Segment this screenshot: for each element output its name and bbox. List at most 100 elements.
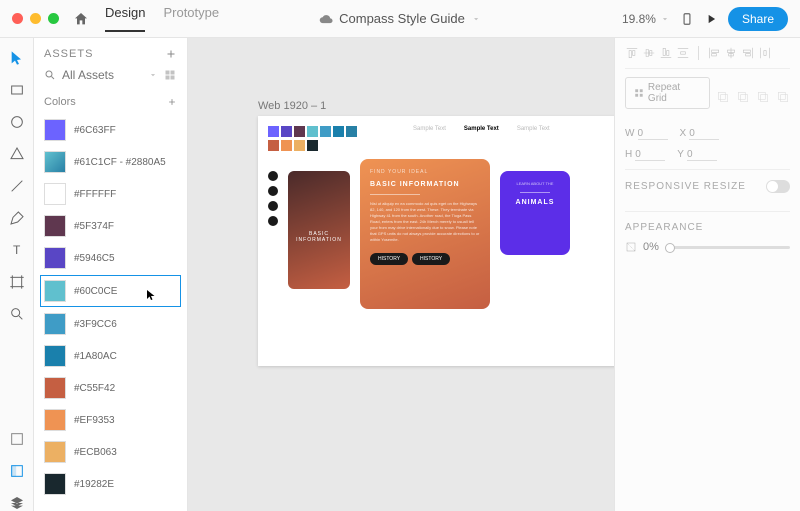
color-item[interactable]: #FFFFFF (34, 178, 187, 210)
color-item[interactable]: #5F374F (34, 210, 187, 242)
x-input[interactable] (689, 128, 719, 140)
document-name: Compass Style Guide (339, 11, 465, 26)
responsive-label: RESPONSIVE RESIZE (625, 181, 746, 192)
responsive-toggle[interactable] (766, 180, 790, 193)
color-item[interactable]: #ECB063 (34, 436, 187, 468)
titlebar: Design Prototype Compass Style Guide 19.… (0, 0, 800, 38)
align-left-icon[interactable] (707, 46, 721, 60)
assets-search[interactable] (34, 66, 187, 90)
document-title[interactable]: Compass Style Guide (319, 11, 481, 26)
text-tool[interactable]: T (9, 242, 25, 258)
rectangle-tool[interactable] (9, 82, 25, 98)
assets-header: ASSETS (44, 48, 93, 60)
palette-row-2 (268, 140, 608, 151)
tool-column: T (0, 38, 34, 511)
color-item[interactable]: #6C63FF (34, 114, 187, 146)
opacity-icon (625, 241, 637, 253)
align-controls (625, 46, 790, 69)
color-swatch (44, 473, 66, 495)
opacity-value: 0% (643, 241, 659, 253)
artboard-label[interactable]: Web 1920 – 1 (258, 100, 326, 112)
canvas[interactable]: Web 1920 – 1 Sample Text Sample Text Sam… (188, 38, 614, 511)
search-input[interactable] (62, 68, 142, 82)
layers-panel-toggle[interactable] (9, 495, 25, 511)
ellipse-tool[interactable] (9, 114, 25, 130)
align-vcenter-icon[interactable] (642, 46, 656, 60)
color-label: #5946C5 (74, 253, 115, 264)
pen-tool[interactable] (9, 210, 25, 226)
color-label: #61C1CF - #2880A5 (74, 157, 166, 168)
color-swatch (44, 345, 66, 367)
assets-panel-toggle[interactable] (9, 431, 25, 447)
cloud-icon (319, 12, 333, 26)
boolean-intersect-icon[interactable] (756, 90, 770, 104)
tab-design[interactable]: Design (105, 5, 145, 32)
color-label: #3F9CC6 (74, 319, 117, 330)
color-label: #FFFFFF (74, 189, 116, 200)
color-list: #6C63FF #61C1CF - #2880A5 #FFFFFF #5F374F #5… (34, 114, 187, 511)
align-right-icon[interactable] (741, 46, 755, 60)
height-input[interactable] (635, 149, 665, 161)
align-top-icon[interactable] (625, 46, 639, 60)
home-icon[interactable] (73, 11, 89, 27)
close-window[interactable] (12, 13, 23, 24)
tab-prototype[interactable]: Prototype (163, 5, 219, 32)
repeat-grid-button[interactable]: Repeat Grid (625, 77, 710, 109)
boolean-exclude-icon[interactable] (776, 90, 790, 104)
color-item[interactable]: #EF9353 (34, 404, 187, 436)
line-tool[interactable] (9, 178, 25, 194)
polygon-tool[interactable] (9, 146, 25, 162)
artboard-tool[interactable] (9, 274, 25, 290)
window-controls (12, 13, 59, 24)
align-hcenter-icon[interactable] (724, 46, 738, 60)
color-item[interactable]: #1A80AC (34, 340, 187, 372)
color-label: #C55F42 (74, 383, 115, 394)
distribute-v-icon[interactable] (676, 46, 690, 60)
distribute-h-icon[interactable] (758, 46, 772, 60)
color-item[interactable]: #60C0CE (40, 275, 181, 307)
color-label: #EF9353 (74, 415, 115, 426)
grid-view-icon[interactable] (164, 69, 176, 81)
share-button[interactable]: Share (728, 7, 788, 31)
color-swatch (44, 409, 66, 431)
color-label: #60C0CE (74, 286, 117, 297)
color-swatch (44, 215, 66, 237)
zoom-tool[interactable] (9, 306, 25, 322)
y-input[interactable] (687, 149, 717, 161)
chevron-down-icon (660, 14, 670, 24)
color-swatch (44, 280, 66, 302)
device-preview-icon[interactable] (680, 12, 694, 26)
color-item[interactable]: #3F9CC6 (34, 308, 187, 340)
play-icon[interactable] (704, 12, 718, 26)
boolean-subtract-icon[interactable] (736, 90, 750, 104)
add-color-icon[interactable] (167, 97, 177, 107)
align-bottom-icon[interactable] (659, 46, 673, 60)
color-swatch (44, 119, 66, 141)
color-swatch (44, 183, 66, 205)
mode-tabs: Design Prototype (105, 5, 219, 32)
artboard[interactable]: Sample Text Sample Text Sample Text BASI… (258, 116, 614, 366)
chevron-down-icon[interactable] (148, 70, 158, 80)
color-swatch (44, 377, 66, 399)
color-label: #5F374F (74, 221, 114, 232)
color-item[interactable]: #19282E (34, 468, 187, 500)
card-main: FIND YOUR IDEAL BASIC INFORMATION Nisi u… (360, 159, 490, 309)
maximize-window[interactable] (48, 13, 59, 24)
search-icon (44, 69, 56, 81)
color-label: #1A80AC (74, 351, 117, 362)
add-asset-icon[interactable] (165, 48, 177, 60)
width-input[interactable] (638, 128, 668, 140)
minimize-window[interactable] (30, 13, 41, 24)
color-item[interactable]: #C55F42 (34, 372, 187, 404)
color-item[interactable]: #5946C5 (34, 242, 187, 274)
text-samples: Sample Text Sample Text Sample Text (413, 126, 550, 132)
boolean-add-icon[interactable] (716, 90, 730, 104)
select-tool[interactable] (9, 50, 25, 66)
color-item[interactable]: #61C1CF - #2880A5 (34, 146, 187, 178)
color-swatch (44, 151, 66, 173)
libraries-panel-toggle[interactable] (9, 463, 25, 479)
zoom-level[interactable]: 19.8% (622, 12, 670, 26)
opacity-slider[interactable] (665, 246, 790, 249)
dot-nav (268, 171, 278, 309)
svg-text:T: T (13, 243, 21, 257)
